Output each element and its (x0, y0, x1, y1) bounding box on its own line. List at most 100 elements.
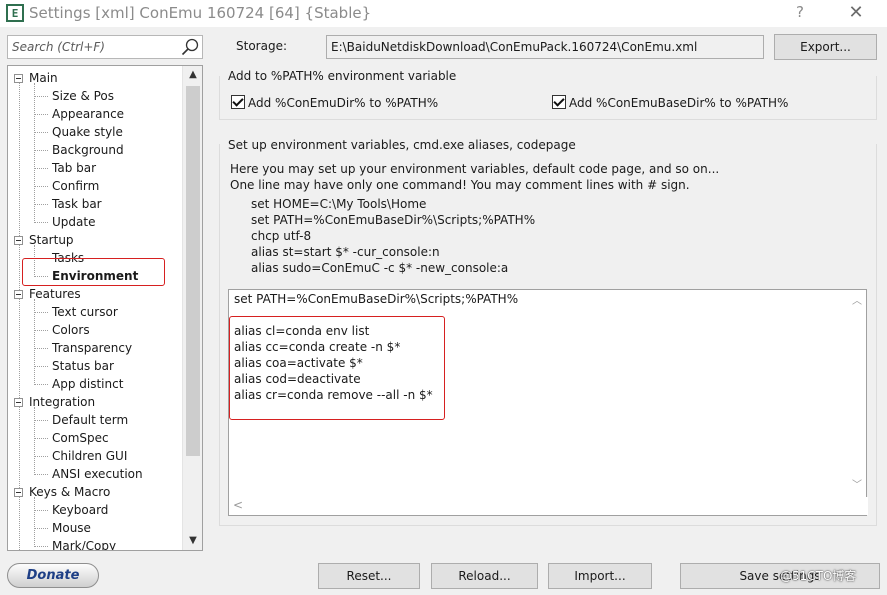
tree-group-label: Startup (29, 233, 74, 247)
tree-connector (35, 456, 48, 457)
tree-connector (35, 168, 48, 169)
example-line: alias sudo=ConEmuC -c $* -new_console:a (251, 261, 509, 275)
tree-item[interactable]: Default term (52, 411, 128, 429)
tree-item[interactable]: Children GUI (52, 447, 127, 465)
selection-annotation (22, 258, 165, 286)
tree-connector (35, 474, 48, 475)
tree-item[interactable]: Transparency (52, 339, 132, 357)
example-line: set HOME=C:\My Tools\Home (251, 197, 427, 211)
tree-item[interactable]: Confirm (52, 177, 99, 195)
help-text-line: Here you may set up your environment var… (230, 162, 720, 176)
search-icon[interactable] (181, 38, 199, 56)
tree-scrollbar[interactable]: ▲ ▼ (182, 66, 202, 550)
tree-item[interactable]: Text cursor (52, 303, 118, 321)
tree-connector (35, 222, 48, 223)
help-button[interactable]: ? (789, 3, 811, 23)
tree-item[interactable]: Size & Pos (52, 87, 114, 105)
collapse-icon[interactable] (14, 236, 23, 245)
donate-button[interactable]: Donate (7, 563, 99, 588)
tree-connector (35, 420, 48, 421)
example-line: set PATH=%ConEmuBaseDir%\Scripts;%PATH% (251, 213, 536, 227)
tree-connector (35, 384, 48, 385)
tree-item[interactable]: ComSpec (52, 429, 109, 447)
tree-item[interactable]: Task bar (52, 195, 102, 213)
tree-item[interactable]: Appearance (52, 105, 124, 123)
editor-line: set PATH=%ConEmuBaseDir%\Scripts;%PATH% (234, 292, 519, 306)
add-conemubasedir-checkbox[interactable]: Add %ConEmuBaseDir% to %PATH% (552, 95, 788, 110)
tree-item[interactable]: Quake style (52, 123, 123, 141)
tree-item[interactable]: Tab bar (52, 159, 96, 177)
tree-group-label: Features (29, 287, 81, 301)
tree-item[interactable]: ANSI execution (52, 465, 143, 483)
tree-item[interactable]: Background (52, 141, 124, 159)
tree-connector (35, 132, 48, 133)
collapse-icon[interactable] (14, 398, 23, 407)
tree-connector (35, 204, 48, 205)
storage-path-field[interactable]: E:\BaiduNetdiskDownload\ConEmuPack.16072… (326, 35, 764, 59)
example-line: chcp utf-8 (251, 229, 312, 243)
checkbox-label: Add %ConEmuDir% to %PATH% (248, 96, 439, 110)
reload-button[interactable]: Reload... (431, 563, 538, 589)
tree-item[interactable]: Status bar (52, 357, 114, 375)
checkbox-checked-icon[interactable] (231, 95, 245, 109)
add-conemudir-checkbox[interactable]: Add %ConEmuDir% to %PATH% (231, 95, 438, 110)
tree-connector (35, 96, 48, 97)
checkbox-checked-icon[interactable] (552, 95, 566, 109)
collapse-icon[interactable] (14, 74, 23, 83)
settings-tree: Main Size & Pos Appearance Quake style Backg… (7, 65, 203, 551)
search-box (7, 35, 203, 59)
tree-group-label: Integration (29, 395, 96, 409)
collapse-icon[interactable] (14, 488, 23, 497)
reset-button[interactable]: Reset... (318, 563, 420, 589)
title-bar: E Settings [xml] ConEmu 160724 [64] {Sta… (0, 0, 887, 27)
environment-group-title: Set up environment variables, cmd.exe al… (228, 138, 576, 152)
tree-group[interactable]: Integration (14, 393, 95, 411)
tree-connector (35, 114, 48, 115)
tree-connector (35, 438, 48, 439)
editor-hscrollbar[interactable]: < (229, 497, 868, 515)
import-button[interactable]: Import... (548, 563, 652, 589)
scroll-down-icon[interactable]: ﹀ (848, 476, 866, 491)
tree-connector (34, 407, 35, 475)
tree-connector (34, 497, 35, 547)
tree-connector (35, 366, 48, 367)
scroll-up-icon[interactable]: ︿ (848, 292, 866, 307)
tree-group[interactable]: Startup (14, 231, 74, 249)
tree-item[interactable]: Mark/Copy (52, 537, 116, 550)
scroll-up-icon[interactable]: ▲ (183, 66, 202, 84)
tree-content: Main Size & Pos Appearance Quake style Backg… (8, 66, 182, 550)
tree-item[interactable]: Keyboard (52, 501, 108, 519)
help-text-line: One line may have only one command! You … (230, 178, 690, 192)
tree-connector (35, 150, 48, 151)
app-icon-glyph: E (11, 6, 19, 20)
conemu-app-icon: E (6, 4, 24, 22)
scroll-down-icon[interactable]: ▼ (183, 532, 202, 550)
tree-group[interactable]: Keys & Macro (14, 483, 110, 501)
alias-annotation (229, 316, 445, 420)
watermark: @51CTO博客 (780, 569, 857, 583)
search-input[interactable] (8, 36, 178, 58)
collapse-icon[interactable] (14, 290, 23, 299)
checkbox-label: Add %ConEmuBaseDir% to %PATH% (569, 96, 789, 110)
tree-item[interactable]: Mouse (52, 519, 91, 537)
tree-connector (35, 510, 48, 511)
tree-group[interactable]: Main (14, 69, 58, 87)
tree-connector (35, 546, 48, 547)
export-button[interactable]: Export... (774, 34, 877, 60)
scroll-left-icon[interactable]: < (233, 498, 243, 512)
tree-connector (35, 330, 48, 331)
tree-item[interactable]: App distinct (52, 375, 123, 393)
path-group-title: Add to %PATH% environment variable (228, 69, 457, 83)
tree-connector (35, 186, 48, 187)
tree-connector (19, 80, 20, 550)
tree-item[interactable]: Colors (52, 321, 90, 339)
tree-group-label: Keys & Macro (29, 485, 111, 499)
tree-connector (34, 83, 35, 223)
close-icon[interactable]: ✕ (845, 2, 867, 24)
example-line: alias st=start $* -cur_console:n (251, 245, 440, 259)
tree-group[interactable]: Features (14, 285, 81, 303)
tree-item[interactable]: Update (52, 213, 95, 231)
scroll-thumb[interactable] (186, 86, 200, 456)
environment-editor[interactable]: set PATH=%ConEmuBaseDir%\Scripts;%PATH% … (228, 289, 868, 516)
editor-vscrollbar[interactable]: ︿ ﹀ (848, 290, 866, 497)
